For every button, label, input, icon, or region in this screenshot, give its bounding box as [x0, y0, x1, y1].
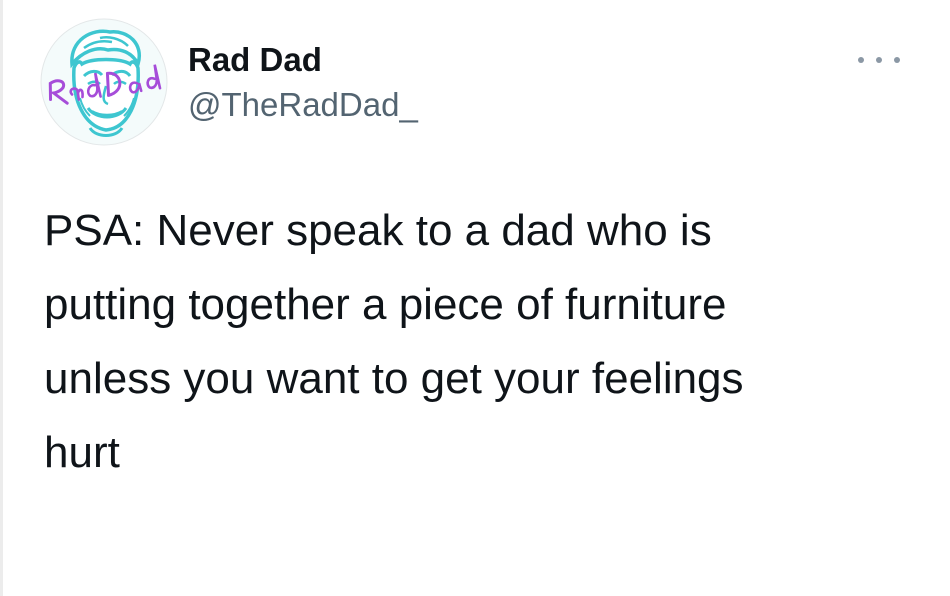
avatar[interactable] — [40, 18, 168, 146]
card-border — [0, 0, 3, 596]
ellipsis-icon — [894, 57, 900, 63]
ellipsis-icon — [858, 57, 864, 63]
more-options-button[interactable] — [858, 50, 900, 70]
tweet-text: PSA: Never speak to a dad who is putting… — [44, 206, 744, 477]
author-display-name[interactable]: Rad Dad — [188, 40, 322, 80]
ellipsis-icon — [876, 57, 882, 63]
dad-face-logo-icon — [40, 18, 168, 146]
author-handle[interactable]: @TheRadDad_ — [188, 85, 418, 125]
tweet-card: Rad Dad @TheRadDad_ PSA: Never speak to … — [0, 0, 950, 596]
